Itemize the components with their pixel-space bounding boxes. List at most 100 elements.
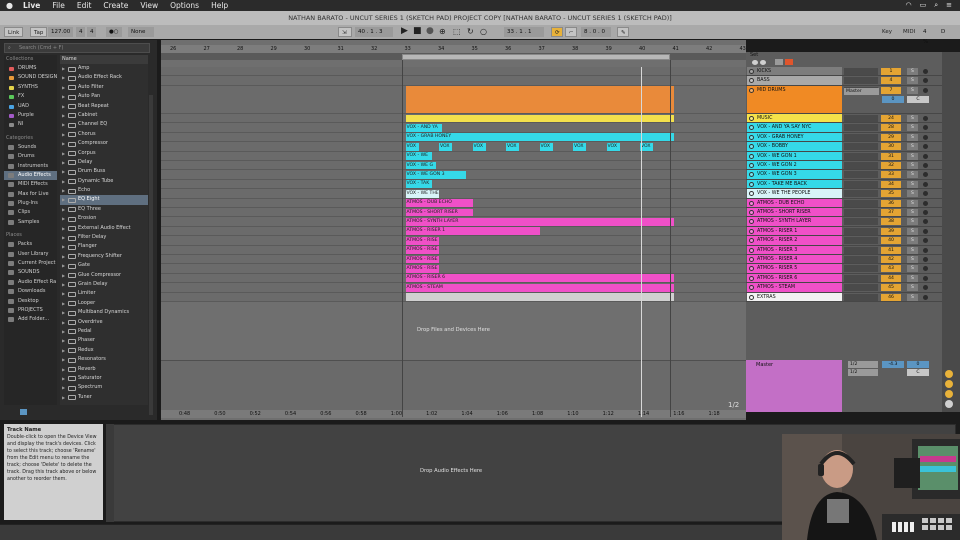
browser-item[interactable]: ▶ Phaser (60, 336, 148, 345)
session-record-icon[interactable]: ○ (477, 27, 490, 37)
master-pan[interactable]: 0 (907, 361, 929, 368)
track-activator[interactable]: 33 (881, 171, 901, 179)
track-activator[interactable]: 38 (881, 218, 901, 226)
tempo-field[interactable]: 127.00 (48, 27, 74, 37)
track-lane[interactable] (161, 179, 746, 190)
track-fold-icon[interactable] (749, 219, 754, 225)
browser-item[interactable]: ▶ Auto Pan (60, 92, 148, 101)
arm-icon[interactable] (923, 200, 928, 206)
browser-item[interactable]: ▶ Frequency Shifter (60, 252, 148, 261)
clip[interactable]: ATMOS - SHORT RISER (405, 208, 473, 217)
expand-icon[interactable]: ▶ (62, 149, 65, 158)
track-activator[interactable]: 44 (881, 274, 901, 282)
collection-item[interactable]: FX (4, 92, 57, 101)
track-fold-icon[interactable] (749, 153, 754, 159)
track-fold-icon[interactable] (749, 116, 754, 121)
solo-button[interactable]: S (907, 190, 918, 198)
track-activator[interactable]: 32 (881, 162, 901, 169)
loop-brace[interactable] (402, 54, 670, 60)
browser-item[interactable]: ▶ Gate (60, 261, 148, 270)
clip[interactable]: VOX - GRAB HONEY (405, 133, 674, 142)
clip[interactable]: VOX (640, 142, 654, 151)
solo-button[interactable]: S (907, 68, 918, 75)
loop-length-field[interactable]: 8 . 0 . 0 (581, 27, 611, 37)
returns-toggle-icon[interactable] (945, 390, 953, 398)
track-header[interactable]: EXTRAS 46 S (746, 292, 942, 302)
expand-icon[interactable]: ▶ (62, 73, 65, 82)
solo-button[interactable]: S (907, 199, 918, 207)
expand-icon[interactable]: ▶ (62, 92, 65, 101)
device-fold-strip[interactable] (106, 424, 114, 522)
browser-item[interactable]: ▶ Chorus (60, 130, 148, 139)
track-fold-icon[interactable] (749, 125, 754, 131)
signature-denominator[interactable]: 4 (87, 27, 96, 37)
arm-icon[interactable] (923, 163, 928, 168)
midi-map-button[interactable]: MIDI (900, 27, 920, 37)
category-item[interactable]: Drums (4, 152, 57, 161)
expand-icon[interactable]: ▶ (62, 167, 65, 176)
solo-button[interactable]: S (907, 227, 918, 235)
master-track-header[interactable]: Master (746, 360, 842, 412)
track-name-box[interactable]: VOX - BOBBY (747, 142, 842, 151)
browser-item[interactable]: ▶ EQ Three (60, 205, 148, 214)
browser-item[interactable]: ▶ Limiter (60, 289, 148, 298)
expand-icon[interactable]: ▶ (62, 299, 65, 308)
wifi-icon[interactable]: ◠ (905, 1, 911, 10)
arm-icon[interactable] (923, 125, 928, 131)
solo-button[interactable]: S (907, 209, 918, 216)
expand-icon[interactable]: ▶ (62, 289, 65, 298)
arm-icon[interactable] (923, 285, 928, 291)
time-ruler[interactable]: 0:48 0:50 0:52 0:54 0:56 0:58 1:00 1:02 1:04 1:06… (161, 410, 746, 418)
track-fold-icon[interactable] (749, 181, 754, 187)
expand-icon[interactable]: ▶ (62, 355, 65, 364)
track-name-box[interactable]: KICKS (747, 67, 842, 76)
place-item[interactable]: Packs (4, 240, 57, 249)
collection-item[interactable]: NI (4, 120, 57, 129)
track-name-box[interactable]: MID DRUMS (747, 85, 842, 113)
clip[interactable]: ATMOS - STEAM (405, 283, 674, 292)
expand-icon[interactable]: ▶ (62, 195, 65, 204)
clip[interactable]: ATMOS - RISE (405, 246, 439, 254)
category-item[interactable]: Sounds (4, 143, 57, 152)
solo-button[interactable]: S (907, 152, 918, 160)
follow-icon[interactable]: ⇲ (338, 27, 352, 37)
track-activator[interactable]: 35 (881, 190, 901, 198)
drop-effects-area[interactable]: Drop Audio Effects Here (420, 468, 482, 474)
track-fold-icon[interactable] (749, 275, 754, 281)
arm-icon[interactable] (923, 275, 928, 281)
beat-ruler[interactable]: 26 27 28 29 30 31 32 33 34 35 36 37 38 39 40 41 42 43 (161, 45, 746, 53)
track-fold-icon[interactable] (749, 144, 754, 150)
track-activator[interactable]: 28 (881, 124, 901, 132)
track-name-box[interactable]: ATMOS - DUB ECHO (747, 198, 842, 207)
track-fold-icon[interactable] (749, 134, 754, 140)
punch-in-icon[interactable]: ⌐ (565, 27, 577, 37)
track-header[interactable]: ATMOS - RISER 4 42 S (746, 255, 942, 265)
track-name-box[interactable]: ATMOS - RISER 1 (747, 226, 842, 236)
browser-item[interactable]: ▶ Tuner (60, 393, 148, 402)
track-header[interactable]: VOX - WE GON 1 31 S (746, 151, 942, 161)
track-name-box[interactable]: VOX - TAKE ME BACK (747, 179, 842, 189)
track-activator[interactable]: 36 (881, 199, 901, 207)
automation-arm-icon[interactable]: ⬚ (450, 27, 464, 37)
menu-file[interactable]: File (46, 1, 71, 10)
expand-icon[interactable]: ▶ (62, 374, 65, 383)
track-fold-icon[interactable] (749, 210, 754, 215)
expand-icon[interactable]: ▶ (62, 242, 65, 251)
expand-icon[interactable]: ▶ (62, 102, 65, 111)
solo-button[interactable]: S (907, 284, 918, 292)
expand-icon[interactable]: ▶ (62, 261, 65, 270)
solo-button[interactable]: S (907, 133, 918, 141)
clip[interactable]: ATMOS - RISE (405, 236, 439, 245)
track-header[interactable]: KICKS 1 S (746, 67, 942, 77)
track-lane[interactable] (161, 151, 746, 161)
back-to-arrangement-icon[interactable]: ↻ (464, 27, 477, 37)
browser-item[interactable]: ▶ Glue Compressor (60, 271, 148, 280)
loop-switch-icon[interactable]: ⟳ (551, 27, 563, 37)
track-name-box[interactable]: ATMOS - RISER 3 (747, 245, 842, 254)
clip[interactable]: ATMOS - SYNTH LAYER (405, 217, 674, 226)
track-name-box[interactable]: VOX - WE GON 1 (747, 151, 842, 160)
arm-icon[interactable] (923, 247, 928, 253)
track-lane[interactable] (161, 255, 746, 265)
browser-item[interactable]: ▶ EQ Eight (60, 195, 148, 205)
search-input[interactable]: ⌕ Search (Cmd + F) (4, 43, 150, 53)
